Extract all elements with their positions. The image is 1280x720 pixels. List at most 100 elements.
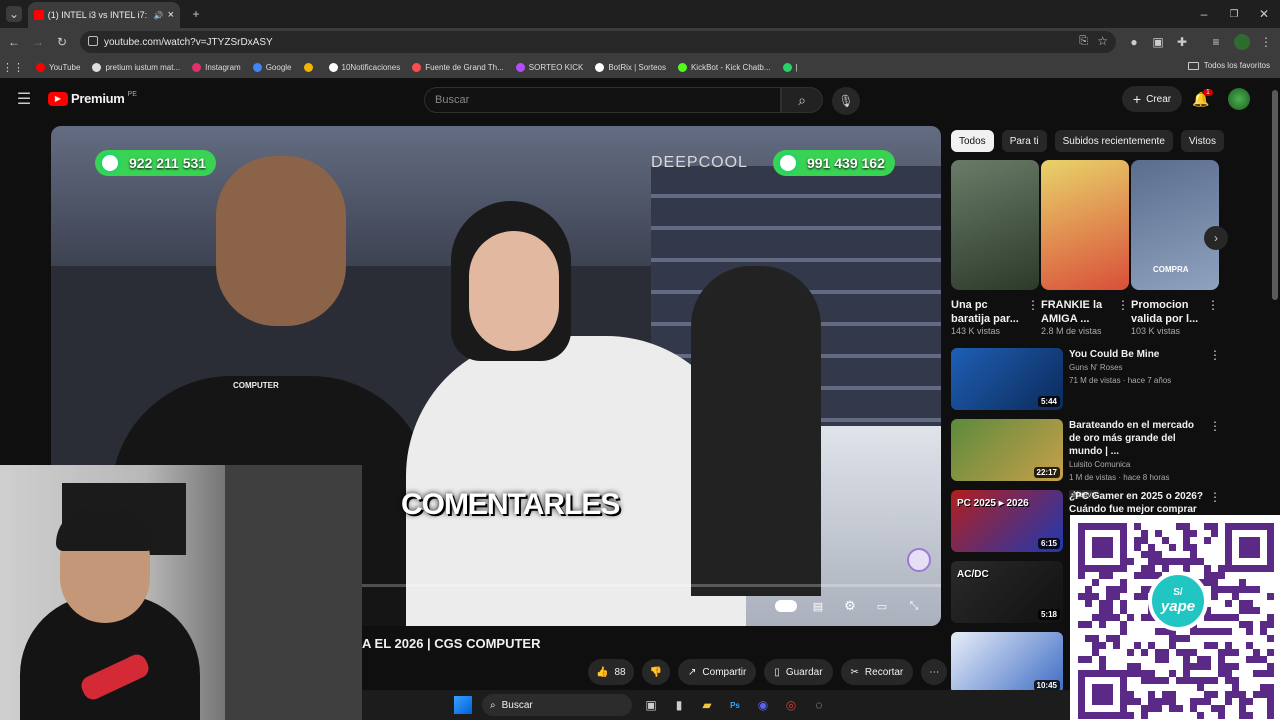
address-bar[interactable]: youtube.com/watch?v=JTYZSrDxASY ⎘ ☆ (80, 31, 1116, 53)
short-card[interactable]: FRANKIE la AMIGA ... ⋮ 2.8 M de vistas (1041, 160, 1129, 336)
more-actions-button[interactable]: ⋯ (921, 659, 948, 685)
search-button[interactable]: ⌕ (781, 87, 823, 113)
taskbar-search-input[interactable]: ⌕ Buscar (482, 694, 632, 716)
bookmark-item[interactable]: BotRix | Sorteos (595, 62, 666, 72)
bookmark-item[interactable] (303, 62, 317, 72)
recommended-thumbnail[interactable]: PC 2025 ▸ 2026 6:15 (951, 490, 1063, 552)
short-thumbnail[interactable]: COMPRA (1131, 160, 1219, 290)
recommended-thumbnail[interactable]: 5:44 (951, 348, 1063, 410)
profile-avatar[interactable] (1234, 34, 1250, 50)
bookmark-item[interactable]: Instagram (192, 62, 241, 72)
all-bookmarks-folder[interactable]: Todos los favoritos (1187, 61, 1270, 70)
fullscreen-icon[interactable]: ⤡ (905, 597, 923, 615)
app-icon[interactable]: ▮ (670, 698, 688, 712)
short-card[interactable]: COMPRA Promocion valida por l... ⋮ 103 K … (1131, 160, 1219, 336)
dislike-button[interactable]: 👎 (641, 659, 671, 685)
bookmark-item[interactable]: YouTube (36, 62, 80, 72)
forward-arrow-icon[interactable]: → (30, 34, 46, 50)
photoshop-icon[interactable]: Ps (726, 701, 744, 710)
qr-module (1141, 572, 1148, 579)
bookmark-item[interactable]: Google (252, 62, 292, 72)
recommended-thumbnail[interactable]: 22:17 (951, 419, 1063, 481)
install-app-icon[interactable]: ⎘ (1079, 35, 1088, 48)
shorts-next-chevron-icon[interactable]: › (1204, 226, 1228, 250)
theater-mode-icon[interactable]: ▭ (873, 597, 891, 615)
subtitles-icon[interactable]: ▤ (809, 597, 827, 615)
create-button[interactable]: + Crear (1122, 86, 1182, 112)
channel-watermark-icon[interactable] (907, 548, 931, 572)
qr-module (1092, 593, 1099, 600)
hamburger-menu-icon[interactable]: ☰ (14, 90, 34, 108)
short-title[interactable]: Una pc baratija par... (951, 298, 1027, 326)
short-thumbnail[interactable] (951, 160, 1039, 290)
close-tab-icon[interactable]: × (168, 9, 174, 21)
recommended-thumbnail[interactable]: 10:45 (951, 632, 1063, 694)
voice-search-button[interactable]: 🎙 (832, 87, 860, 115)
bookmark-item[interactable]: | (782, 62, 798, 72)
channel-name[interactable]: Luisito Comunica (1069, 458, 1203, 471)
recommended-menu-icon[interactable]: ⋮ (1209, 348, 1221, 418)
bookmark-item[interactable]: KickBot - Kick Chatb... (677, 62, 771, 72)
short-menu-icon[interactable]: ⋮ (1117, 298, 1129, 326)
filter-chip[interactable]: Todos (951, 130, 994, 152)
qr-module (1169, 558, 1176, 565)
short-menu-icon[interactable]: ⋮ (1027, 298, 1039, 326)
browser-tab-active[interactable]: (1) INTEL i3 vs INTEL i7: CO 🔊 × (28, 2, 180, 28)
chrome-icon[interactable]: ◎ (782, 698, 800, 712)
close-window-button[interactable]: ✕ (1256, 6, 1272, 22)
recommended-thumbnail[interactable]: AC/DC 5:18 (951, 561, 1063, 623)
filter-chip[interactable]: Vistos (1180, 130, 1224, 152)
apps-grid-icon[interactable]: ⋮⋮ (0, 61, 26, 74)
clip-button[interactable]: ✂ Recortar (840, 659, 914, 685)
extensions-puzzle-icon[interactable]: ✚ (1174, 34, 1190, 50)
minimize-button[interactable]: – (1196, 6, 1212, 22)
recommended-menu-icon[interactable]: ⋮ (1209, 419, 1221, 489)
site-info-icon[interactable] (88, 36, 98, 46)
reload-icon[interactable]: ↻ (54, 34, 70, 50)
qr-module (1239, 621, 1246, 628)
reading-list-icon[interactable]: ≡ (1208, 34, 1224, 50)
bookmark-item[interactable]: Fuente de Grand Th... (412, 62, 504, 72)
speaker-icon[interactable]: 🔊 (154, 11, 164, 20)
qr-module (1155, 705, 1162, 712)
bookmark-item[interactable]: pretium iustum mat... (92, 62, 180, 72)
restore-button[interactable]: ❐ (1226, 6, 1242, 22)
youtube-premium-logo[interactable]: ▶ Premium PE (48, 91, 137, 106)
save-button[interactable]: ▯ Guardar (764, 659, 833, 685)
discord-icon[interactable]: ◉ (754, 698, 772, 712)
app-icon-2[interactable]: ◌ (810, 698, 828, 712)
filter-chip[interactable]: Para ti (1001, 130, 1047, 152)
settings-gear-icon[interactable]: ⚙ (841, 597, 859, 615)
windows-start-icon[interactable]: ■ (454, 696, 472, 714)
qr-module (1204, 628, 1211, 635)
bookmark-item[interactable]: SORTEO KICK (515, 62, 583, 72)
recommended-title[interactable]: ¿PC Gamer en 2025 o 2026? Cuándo fue mej… (1069, 490, 1203, 516)
browser-menu-icon[interactable]: ⋮ (1258, 34, 1274, 50)
short-thumbnail[interactable] (1041, 160, 1129, 290)
like-button[interactable]: 👍 88 (588, 659, 634, 685)
recommended-title[interactable]: Barateando en el mercado de oro más gran… (1069, 419, 1203, 458)
short-title[interactable]: FRANKIE la AMIGA ... (1041, 298, 1117, 326)
short-title[interactable]: Promocion valida por l... (1131, 298, 1207, 326)
task-view-icon[interactable]: ▣ (642, 698, 660, 712)
page-scrollbar[interactable] (1272, 90, 1278, 300)
recommended-video[interactable]: 22:17 Barateando en el mercado de oro má… (951, 419, 1221, 499)
extension-icon[interactable]: ● (1126, 34, 1142, 50)
new-tab-button[interactable]: + (188, 6, 204, 22)
channel-name[interactable]: Guns N' Roses (1069, 361, 1203, 374)
filter-chip[interactable]: Subidos recientemente (1054, 130, 1173, 152)
extension-icon-2[interactable]: ▣ (1150, 34, 1166, 50)
bookmark-star-icon[interactable]: ☆ (1097, 34, 1108, 48)
share-button[interactable]: ↗ Compartir (678, 659, 757, 685)
account-avatar[interactable] (1228, 88, 1250, 110)
recommended-title[interactable]: You Could Be Mine (1069, 348, 1203, 361)
bookmark-item[interactable]: 10Notificaciones (328, 62, 400, 72)
short-menu-icon[interactable]: ⋮ (1207, 298, 1219, 326)
search-input[interactable]: Buscar (424, 87, 781, 113)
recommended-video[interactable]: 5:44 You Could Be Mine Guns N' Roses 71 … (951, 348, 1221, 418)
tab-search-button[interactable]: ⌄ (6, 6, 22, 22)
autoplay-toggle[interactable] (775, 600, 797, 612)
back-arrow-icon[interactable]: ← (6, 34, 22, 50)
short-card[interactable]: Una pc baratija par... ⋮ 143 K vistas (951, 160, 1039, 336)
file-explorer-icon[interactable]: ▰ (698, 698, 716, 712)
